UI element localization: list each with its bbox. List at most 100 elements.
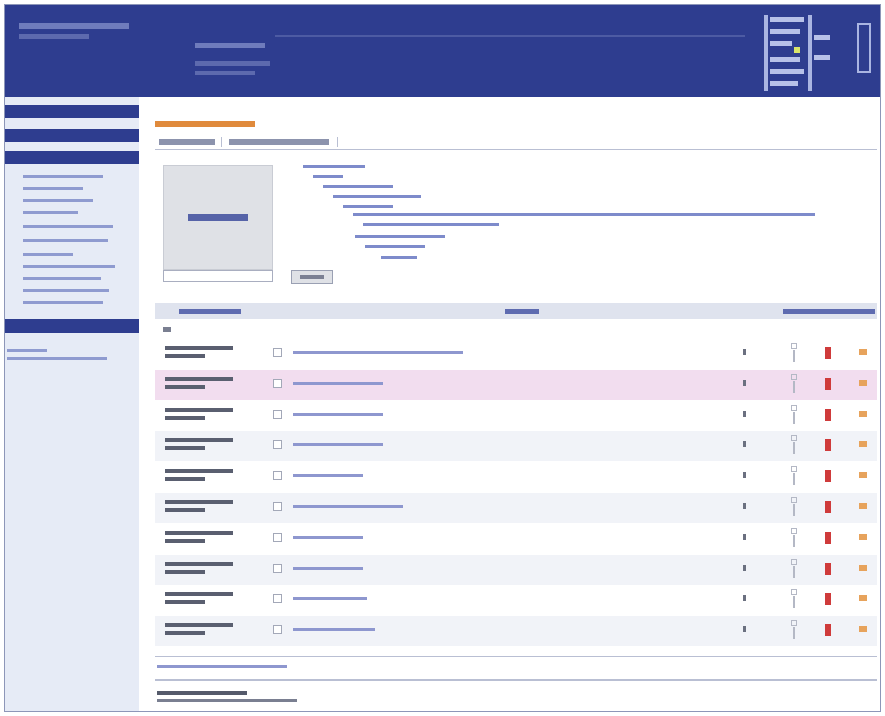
sidebar-link[interactable] bbox=[23, 211, 78, 214]
table-row[interactable] bbox=[155, 554, 877, 585]
sidebar-link[interactable] bbox=[23, 265, 115, 268]
footer-link[interactable] bbox=[157, 665, 287, 668]
tab[interactable] bbox=[229, 139, 329, 145]
sidebar-link[interactable] bbox=[23, 175, 103, 178]
trash-icon[interactable] bbox=[825, 531, 831, 544]
sidebar-link[interactable] bbox=[23, 225, 113, 228]
pin-icon[interactable] bbox=[788, 466, 800, 486]
tab[interactable] bbox=[159, 139, 215, 145]
edit-icon[interactable] bbox=[859, 441, 867, 448]
pin-icon[interactable] bbox=[788, 343, 800, 363]
checkbox-icon[interactable] bbox=[273, 471, 282, 481]
row-title-link[interactable] bbox=[293, 628, 375, 632]
table-row[interactable] bbox=[155, 524, 877, 554]
checkbox-icon[interactable] bbox=[273, 378, 282, 388]
sidebar-link[interactable] bbox=[23, 289, 109, 292]
edit-icon[interactable] bbox=[859, 503, 867, 509]
tree-node-link[interactable] bbox=[365, 245, 425, 248]
checkbox-icon[interactable] bbox=[273, 594, 282, 604]
pin-icon[interactable] bbox=[788, 404, 800, 425]
row-title-link[interactable] bbox=[293, 505, 403, 508]
row-title-link[interactable] bbox=[293, 412, 383, 416]
edit-icon[interactable] bbox=[859, 564, 867, 571]
row-title-link[interactable] bbox=[293, 381, 383, 385]
edit-icon[interactable] bbox=[859, 533, 867, 540]
tree-node-link[interactable] bbox=[355, 235, 445, 238]
row-id bbox=[165, 623, 233, 628]
checkbox-icon[interactable] bbox=[273, 563, 282, 573]
browser-page bbox=[4, 4, 881, 712]
sidebar-link[interactable] bbox=[23, 239, 108, 242]
table-header bbox=[155, 303, 877, 319]
column-header-name[interactable] bbox=[179, 309, 241, 314]
edit-icon[interactable] bbox=[859, 349, 867, 355]
edit-icon[interactable] bbox=[859, 626, 867, 633]
tree-node-link[interactable] bbox=[323, 185, 393, 188]
table-row[interactable] bbox=[155, 369, 877, 400]
trash-icon[interactable] bbox=[825, 624, 831, 637]
pin-icon[interactable] bbox=[788, 527, 800, 548]
edit-icon[interactable] bbox=[859, 595, 867, 602]
edit-icon[interactable] bbox=[859, 472, 867, 479]
edit-icon[interactable] bbox=[859, 410, 867, 417]
trash-icon[interactable] bbox=[825, 439, 831, 452]
sidebar-link[interactable] bbox=[23, 199, 93, 202]
tree-node-link[interactable] bbox=[313, 175, 343, 178]
pin-icon[interactable] bbox=[788, 558, 800, 579]
search-input[interactable] bbox=[163, 270, 273, 282]
tree-node-link[interactable] bbox=[363, 223, 499, 226]
checkbox-icon[interactable] bbox=[273, 532, 282, 542]
preview-thumbnail[interactable] bbox=[163, 165, 273, 270]
sidebar-link[interactable] bbox=[23, 277, 101, 280]
row-title-link[interactable] bbox=[293, 351, 463, 354]
sidebar-link[interactable] bbox=[23, 253, 73, 256]
tree-node-link[interactable] bbox=[333, 195, 421, 198]
trash-icon[interactable] bbox=[825, 501, 831, 513]
pin-icon[interactable] bbox=[788, 373, 800, 394]
sidebar-link[interactable] bbox=[23, 187, 83, 190]
edit-icon[interactable] bbox=[859, 379, 867, 386]
table-row[interactable] bbox=[155, 462, 877, 492]
row-title-link[interactable] bbox=[293, 597, 367, 601]
column-header-title[interactable] bbox=[505, 309, 539, 314]
pin-icon[interactable] bbox=[788, 435, 800, 455]
sidebar-section-header[interactable] bbox=[5, 129, 139, 142]
pin-icon[interactable] bbox=[788, 589, 800, 609]
table-row[interactable] bbox=[155, 431, 877, 462]
sidebar-section-header-active[interactable] bbox=[5, 151, 139, 164]
thumbnail-label bbox=[188, 214, 248, 221]
trash-icon[interactable] bbox=[825, 408, 831, 421]
tree-node-link[interactable] bbox=[343, 205, 393, 208]
table-row[interactable] bbox=[155, 339, 877, 369]
sidebar-footer-link[interactable] bbox=[7, 357, 107, 360]
row-title-link[interactable] bbox=[293, 566, 363, 570]
checkbox-icon[interactable] bbox=[273, 502, 282, 511]
trash-icon[interactable] bbox=[825, 347, 831, 359]
checkbox-icon[interactable] bbox=[273, 409, 282, 419]
trash-icon[interactable] bbox=[825, 377, 831, 390]
tree-node-link[interactable] bbox=[303, 165, 365, 168]
trash-icon[interactable] bbox=[825, 562, 831, 575]
checkbox-icon[interactable] bbox=[273, 440, 282, 450]
row-title-link[interactable] bbox=[293, 535, 363, 539]
row-id-sub bbox=[165, 446, 205, 451]
search-button[interactable] bbox=[291, 270, 333, 284]
row-title-link[interactable] bbox=[293, 474, 363, 478]
sidebar-section-header[interactable] bbox=[5, 105, 139, 118]
sidebar-link[interactable] bbox=[23, 301, 103, 304]
trash-icon[interactable] bbox=[825, 470, 831, 483]
pin-icon[interactable] bbox=[788, 497, 800, 517]
checkbox-icon[interactable] bbox=[273, 348, 282, 357]
table-row[interactable] bbox=[155, 616, 877, 647]
table-row[interactable] bbox=[155, 585, 877, 615]
table-row[interactable] bbox=[155, 401, 877, 431]
tree-node-link[interactable] bbox=[353, 213, 815, 216]
trash-icon[interactable] bbox=[825, 593, 831, 606]
tree-node-link[interactable] bbox=[381, 256, 417, 259]
group-label bbox=[163, 327, 171, 332]
table-row[interactable] bbox=[155, 493, 877, 523]
sidebar-section-header[interactable] bbox=[5, 319, 139, 333]
checkbox-icon[interactable] bbox=[273, 625, 282, 635]
pin-icon[interactable] bbox=[788, 620, 800, 640]
row-title-link[interactable] bbox=[293, 443, 383, 447]
